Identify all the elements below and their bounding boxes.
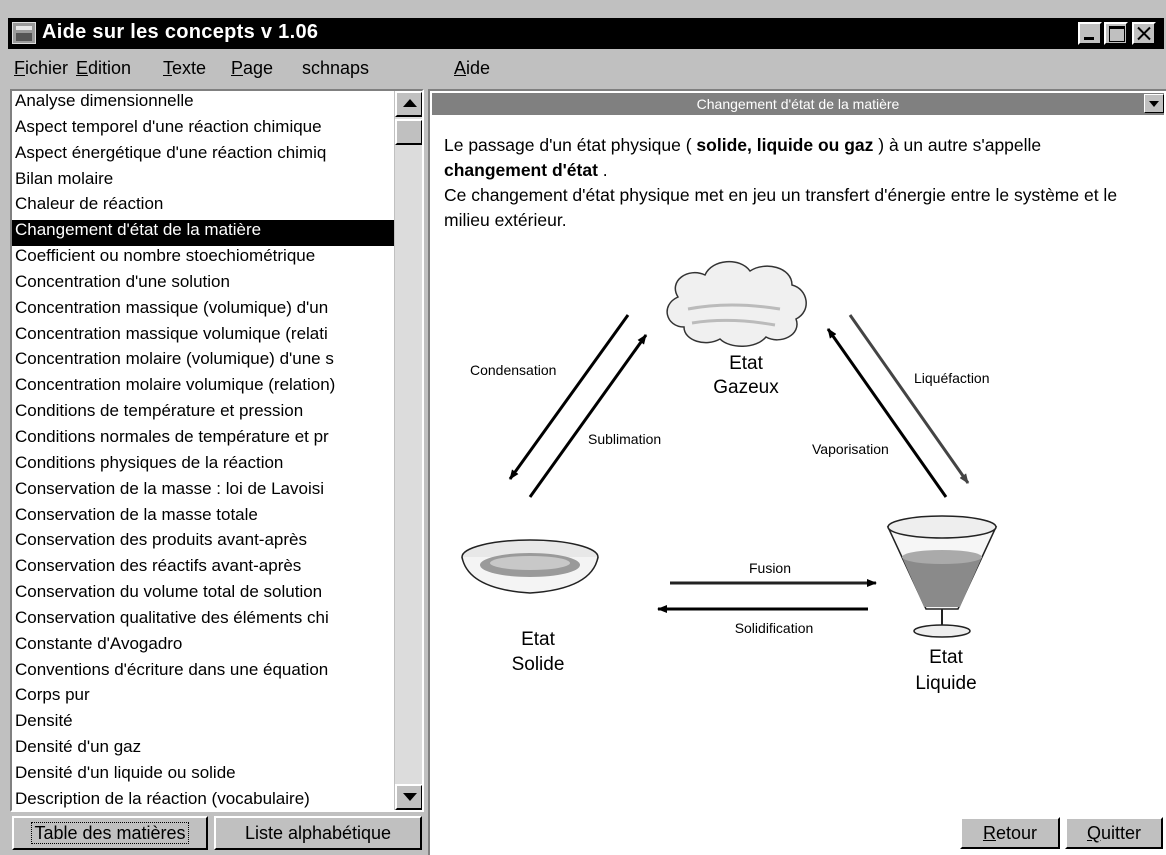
list-item[interactable]: Coefficient ou nombre stoechiométrique — [12, 246, 394, 272]
list-item[interactable]: Aspect temporel d'une réaction chimique — [12, 117, 394, 143]
close-button[interactable] — [1132, 22, 1156, 45]
menu-bar: Fichier Edition Texte Page schnaps Aide — [8, 52, 1164, 82]
solidification-label: Solidification — [735, 620, 814, 636]
table-of-contents-button[interactable]: Table des matières — [12, 816, 208, 850]
list-item[interactable]: Conditions normales de température et pr — [12, 427, 394, 453]
list-item[interactable]: Concentration d'une solution — [12, 272, 394, 298]
solid-label-line2: Solide — [512, 654, 565, 675]
maximize-button[interactable] — [1104, 22, 1128, 45]
menu-texte[interactable]: Texte — [163, 58, 206, 79]
intro-text: Le passage d'un état physique ( solide, … — [444, 135, 1118, 230]
list-item[interactable]: Conservation de la masse : loi de Lavois… — [12, 479, 394, 505]
gas-label-line2: Gazeux — [713, 377, 779, 398]
list-item[interactable]: Concentration massique (volumique) d'un — [12, 298, 394, 324]
window-title: Aide sur les concepts v 1.06 — [42, 21, 319, 43]
pane-title: Changement d'état de la matière — [696, 96, 900, 112]
menu-aide[interactable]: Aide — [454, 58, 490, 79]
scroll-thumb[interactable] — [395, 119, 422, 145]
list-item[interactable]: Changement d'état de la matière — [12, 220, 394, 247]
list-item[interactable]: Bilan molaire — [12, 169, 394, 195]
list-item[interactable]: Conservation des réactifs avant-après — [12, 556, 394, 582]
vaporisation-arrow — [826, 328, 948, 498]
vertical-scrollbar[interactable] — [394, 91, 422, 810]
list-item[interactable]: Aspect énergétique d'une réaction chimiq — [12, 143, 394, 169]
list-item[interactable]: Conventions d'écriture dans une équation — [12, 660, 394, 686]
quit-button[interactable]: Quitter — [1065, 817, 1163, 849]
list-item[interactable]: Densité d'un gaz — [12, 737, 394, 763]
topic-list-items: Analyse dimensionnelle Aspect temporel d'… — [12, 91, 394, 810]
pane-title-bar: Changement d'état de la matière — [432, 93, 1164, 115]
states-of-matter-diagram: Etat Gazeux Etat Solide Etat Liquide Con… — [461, 261, 998, 694]
menu-edition[interactable]: Edition — [76, 58, 131, 79]
menu-fichier[interactable]: Fichier — [14, 58, 68, 79]
list-item[interactable]: Analyse dimensionnelle — [12, 91, 394, 117]
sublimation-arrow — [528, 334, 648, 498]
content-pane: Changement d'état de la matière Le passa… — [428, 89, 1166, 855]
dish-icon — [461, 539, 599, 594]
condensation-label: Condensation — [470, 362, 556, 378]
list-item[interactable]: Concentration molaire volumique (relatio… — [12, 375, 394, 401]
liquefaction-arrow — [848, 314, 970, 484]
list-item[interactable]: Densité — [12, 711, 394, 737]
vaporisation-label: Vaporisation — [812, 441, 889, 457]
scroll-up-arrow-icon[interactable] — [395, 91, 422, 117]
condensation-arrow — [508, 314, 630, 480]
scroll-down-arrow-icon[interactable] — [395, 784, 422, 810]
liquefaction-label: Liquéfaction — [914, 370, 990, 386]
list-item[interactable]: Densité d'un liquide ou solide — [12, 763, 394, 789]
list-item[interactable]: Chaleur de réaction — [12, 194, 394, 220]
gas-label-line1: Etat — [729, 353, 764, 374]
chevron-down-icon[interactable] — [1144, 94, 1164, 113]
list-item[interactable]: Corps pur — [12, 685, 394, 711]
list-item[interactable]: Conservation de la masse totale — [12, 505, 394, 531]
app-window: Aide sur les concepts v 1.06 Fichier Edi… — [0, 0, 1166, 855]
cloud-icon — [666, 261, 807, 347]
title-bar[interactable]: Aide sur les concepts v 1.06 — [8, 18, 1164, 49]
liquid-label-line2: Liquide — [915, 673, 976, 694]
back-button[interactable]: Retour — [960, 817, 1060, 849]
glass-icon — [886, 515, 998, 638]
solid-label-line1: Etat — [521, 629, 556, 650]
menu-page[interactable]: Page — [231, 58, 273, 79]
list-item[interactable]: Description de la réaction (vocabulaire) — [12, 789, 394, 810]
list-item[interactable]: Conservation des produits avant-après — [12, 530, 394, 556]
liquid-label-line1: Etat — [929, 647, 964, 668]
sublimation-label: Sublimation — [588, 431, 661, 447]
list-item[interactable]: Concentration massique volumique (relati — [12, 324, 394, 350]
app-icon[interactable] — [12, 22, 36, 44]
list-item[interactable]: Conservation qualitative des éléments ch… — [12, 608, 394, 634]
list-item[interactable]: Concentration molaire (volumique) d'une … — [12, 349, 394, 375]
minimize-button[interactable] — [1078, 22, 1102, 45]
alphabetical-list-button[interactable]: Liste alphabétique — [214, 816, 422, 850]
list-item[interactable]: Conservation du volume total de solution — [12, 582, 394, 608]
list-item[interactable]: Conditions physiques de la réaction — [12, 453, 394, 479]
list-item[interactable]: Constante d'Avogadro — [12, 634, 394, 660]
topic-list[interactable]: Analyse dimensionnelle Aspect temporel d'… — [10, 89, 424, 812]
list-item[interactable]: Conditions de température et pression — [12, 401, 394, 427]
menu-schnaps[interactable]: schnaps — [302, 58, 369, 79]
fusion-label: Fusion — [749, 560, 791, 576]
